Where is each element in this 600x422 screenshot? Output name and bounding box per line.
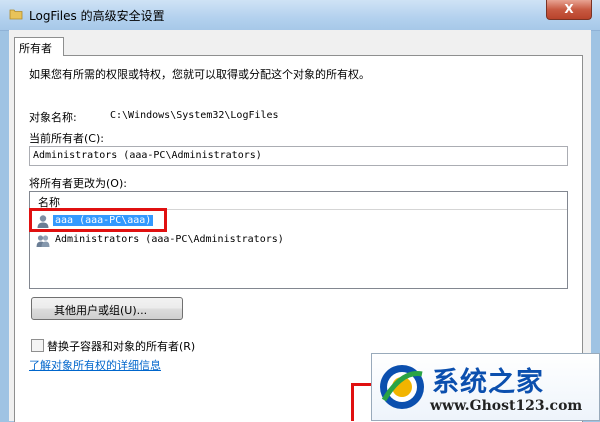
object-name-value: C:\Windows\System32\LogFiles <box>110 110 279 121</box>
group-icon <box>36 235 50 247</box>
other-users-button[interactable]: 其他用户或组(U)... <box>31 297 183 320</box>
list-item-label: Administrators (aaa-PC\Administrators) <box>55 234 284 245</box>
other-users-button-label: 其他用户或组(U)... <box>54 304 148 317</box>
watermark-logo: 系统之家 www.Ghost123.com <box>371 353 600 421</box>
change-owner-label: 将所有者更改为(O): <box>29 177 127 190</box>
title-bar: LogFiles 的高级安全设置 X <box>0 0 600 31</box>
learn-more-link[interactable]: 了解对象所有权的详细信息 <box>29 357 161 373</box>
object-name-label: 对象名称: <box>29 111 77 124</box>
button-highlight-frame <box>351 383 373 421</box>
folder-icon <box>9 9 23 20</box>
replace-owner-checkbox[interactable] <box>31 339 44 352</box>
current-owner-label: 当前所有者(C): <box>29 132 104 145</box>
window-title: LogFiles 的高级安全设置 <box>29 9 165 23</box>
replace-owner-label: 替换子容器和对象的所有者(R) <box>47 340 196 353</box>
watermark-url: www.Ghost123.com <box>430 398 583 414</box>
close-button[interactable]: X <box>546 0 592 20</box>
tab-owner-label: 所有者 <box>19 42 52 55</box>
tab-owner[interactable]: 所有者 <box>14 37 64 56</box>
list-item[interactable]: Administrators (aaa-PC\Administrators) <box>34 232 562 249</box>
globe-logo-icon <box>380 365 424 409</box>
highlight-frame <box>29 208 167 232</box>
current-owner-field[interactable]: Administrators (aaa-PC\Administrators) <box>29 146 568 166</box>
current-owner-value: Administrators (aaa-PC\Administrators) <box>33 150 262 161</box>
watermark-title: 系统之家 <box>432 367 544 398</box>
owner-list[interactable]: 名称 aaa (aaa-PC\aaa) Administrators (aaa-… <box>29 191 568 289</box>
intro-text: 如果您有所需的权限或特权，您就可以取得或分配这个对象的所有权。 <box>29 68 370 81</box>
